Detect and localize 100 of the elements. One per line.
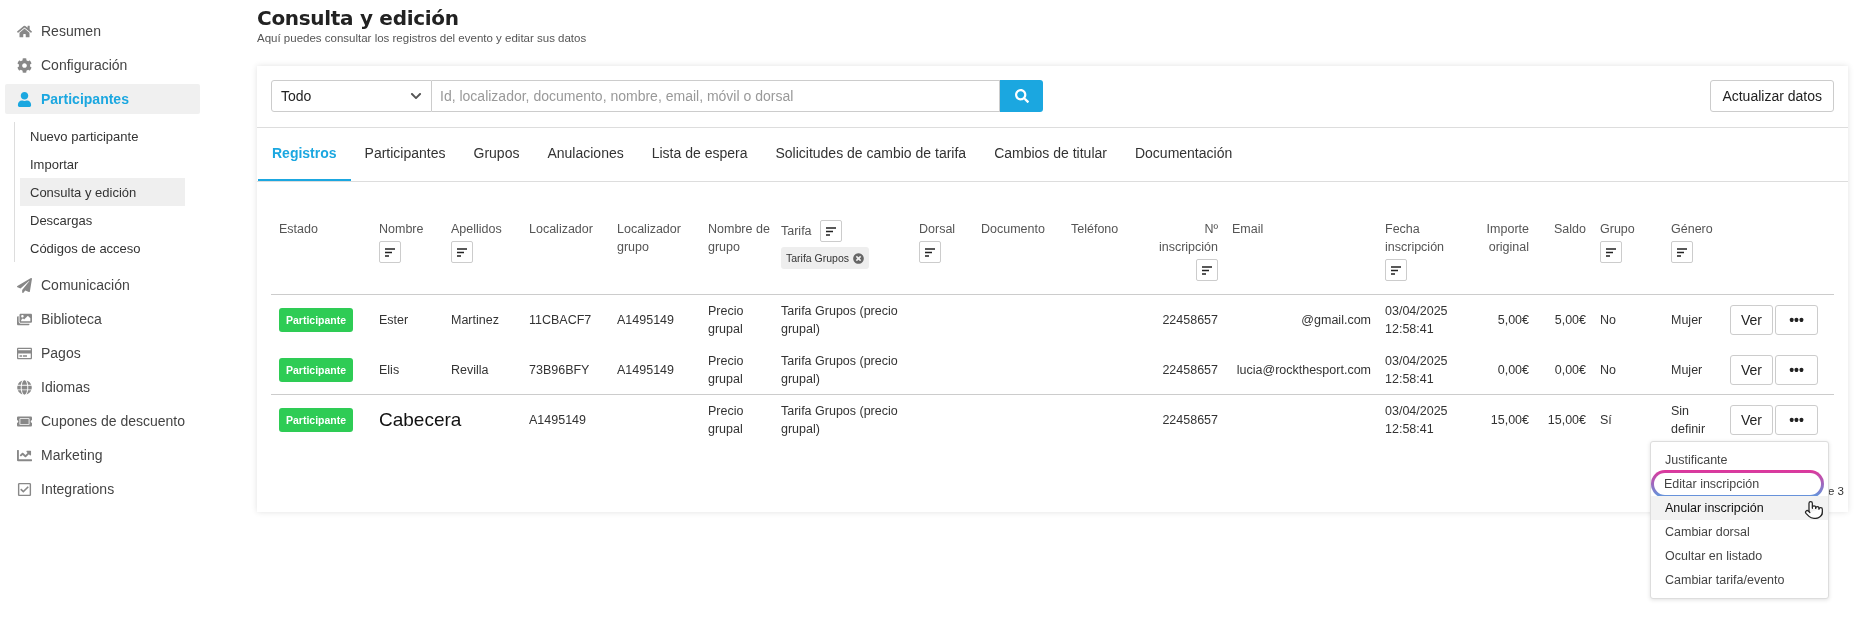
tab[interactable]: Grupos	[459, 128, 534, 181]
globe-icon	[17, 379, 32, 395]
paper-plane-icon	[17, 277, 32, 293]
sort-icon	[1201, 265, 1213, 275]
sidebar-item[interactable]: Biblioteca	[5, 304, 200, 334]
table-cell-text: Precio grupal	[708, 303, 745, 338]
sidebar-item[interactable]: Marketing	[5, 440, 200, 470]
page-subtitle: Aquí puedes consultar los registros del evento y editar sus datos	[257, 32, 588, 44]
tab[interactable]: Documentación	[1120, 128, 1247, 181]
menu-item[interactable]: Cambiar dorsal	[1651, 520, 1828, 544]
table-cell-text: Mujer	[1671, 312, 1703, 329]
table-cell-text: 03/04/2025 12:58:41	[1385, 403, 1449, 438]
column-title: Nombre de grupo	[708, 221, 771, 256]
table-cell-text: No	[1600, 361, 1616, 379]
table-cell-text: 22458657	[1162, 412, 1218, 429]
sort-filter-button[interactable]	[919, 241, 941, 263]
menu-item[interactable]: Justificante	[1651, 448, 1828, 472]
sort-filter-button[interactable]	[1196, 259, 1218, 281]
table-cell-text: A1495149	[617, 361, 674, 379]
sidebar-item[interactable]: Resumen	[5, 16, 200, 46]
sidebar-item[interactable]: Integrations	[5, 474, 200, 504]
sort-filter-button[interactable]	[1671, 241, 1693, 263]
checklist-icon	[17, 481, 32, 497]
column-title: Email	[1232, 221, 1264, 238]
more-options-button[interactable]: •••	[1775, 405, 1818, 435]
menu-item[interactable]: Anular inscripción	[1651, 496, 1828, 520]
table-cell-text: 22458657	[1162, 312, 1218, 329]
table-cell-text: Precio grupal	[708, 403, 745, 438]
submenu-item[interactable]: Nuevo participante	[20, 122, 185, 150]
sort-icon	[1605, 247, 1617, 257]
tab[interactable]: Lista de espera	[637, 128, 762, 181]
table-cell-text: @gmail.com	[1301, 312, 1371, 329]
column-title: Estado	[279, 221, 318, 238]
table-cell-text: Precio grupal	[708, 352, 745, 388]
table-cell-text: Mujer	[1671, 361, 1703, 379]
sort-filter-button[interactable]	[379, 241, 401, 263]
table-cell-text: Elis	[379, 361, 400, 379]
sidebar-item[interactable]: Comunicación	[5, 270, 200, 300]
refresh-button[interactable]: Actualizar datos	[1710, 80, 1834, 112]
search-button[interactable]	[1000, 80, 1043, 112]
sort-icon	[384, 247, 396, 257]
menu-item[interactable]: Cambiar tarifa/evento	[1651, 568, 1828, 592]
pagination-text: e 3	[1828, 485, 1844, 497]
sidebar-item[interactable]: Configuración	[5, 50, 200, 80]
sidebar-item[interactable]: Pagos	[5, 338, 200, 368]
table-cell-text: 5,00€	[1554, 312, 1586, 329]
view-button[interactable]: Ver	[1730, 354, 1773, 385]
more-options-button[interactable]: •••	[1775, 305, 1818, 335]
table-cell-text: lucia@rockthesport.com	[1236, 361, 1371, 379]
tab[interactable]: Solicitudes de cambio de tarifa	[761, 128, 981, 181]
table-cell-text: 22458657	[1162, 361, 1218, 379]
table-cell-text: 0,00€	[1497, 361, 1529, 379]
user-icon	[17, 91, 32, 107]
table-cell-text: 03/04/2025 12:58:41	[1385, 352, 1449, 388]
view-button[interactable]: Ver	[1730, 405, 1773, 435]
scope-dropdown[interactable]: Todo	[271, 80, 432, 112]
sort-filter-button[interactable]	[1385, 259, 1407, 281]
column-title: Género	[1671, 221, 1713, 238]
images-icon	[17, 311, 32, 327]
column-title: Teléfono	[1071, 221, 1119, 238]
column-title: Nombre	[379, 221, 424, 238]
sort-icon	[1390, 265, 1402, 275]
sort-filter-button[interactable]	[451, 241, 473, 263]
tab[interactable]: Cambios de titular	[980, 128, 1121, 181]
menu-item[interactable]: Ocultar en listado	[1651, 544, 1828, 568]
tab[interactable]: Participantes	[350, 128, 460, 181]
status-badge: Participante	[279, 408, 354, 432]
table-cell-text: Tarifa Grupos (precio grupal)	[781, 303, 899, 338]
table-cell-text: A1495149	[529, 412, 586, 429]
column-title: Localizador grupo	[617, 221, 682, 256]
more-options-button[interactable]: •••	[1775, 354, 1818, 385]
submenu-item[interactable]: Importar	[20, 150, 185, 178]
tab[interactable]: Anulaciones	[533, 128, 638, 181]
sidebar-item[interactable]: Idiomas	[5, 372, 200, 402]
table-cell-text: A1495149	[617, 312, 674, 329]
table-cell-text: Sin definir	[1671, 403, 1707, 438]
table-cell-text: Tarifa Grupos (precio grupal)	[781, 403, 899, 438]
view-button[interactable]: Ver	[1730, 305, 1773, 335]
line-chart-icon	[17, 447, 32, 463]
table-cell-text: 0,00€	[1554, 361, 1586, 379]
table-cell-text: 73B96BFY	[529, 361, 590, 379]
table-cell-text: Ester	[379, 312, 409, 329]
column-title: Nº inscripción	[1157, 221, 1218, 256]
remove-icon	[853, 252, 865, 264]
submenu-item[interactable]: Consulta y edición	[20, 178, 185, 206]
sort-icon	[456, 247, 468, 257]
submenu-item[interactable]: Códigos de acceso	[20, 234, 185, 262]
sort-filter-button[interactable]	[819, 220, 842, 242]
submenu-item[interactable]: Descargas	[20, 206, 185, 234]
filter-chip[interactable]: Tarifa Grupos	[781, 247, 870, 269]
table-cell-text: No	[1600, 312, 1616, 329]
sidebar-item[interactable]: Cupones de descuento	[5, 406, 200, 436]
search-field[interactable]: Id, localizador, documento, nombre, email, móvil o dorsal	[432, 80, 1000, 112]
column-title: Importe original	[1485, 221, 1529, 256]
column-title: Tarifa	[781, 223, 812, 240]
sort-filter-button[interactable]	[1600, 241, 1622, 263]
column-title: Documento	[981, 221, 1045, 238]
column-title: Apellidos	[451, 221, 502, 238]
table-cell-text: Sí	[1600, 412, 1612, 429]
column-title: Localizador	[529, 221, 593, 238]
